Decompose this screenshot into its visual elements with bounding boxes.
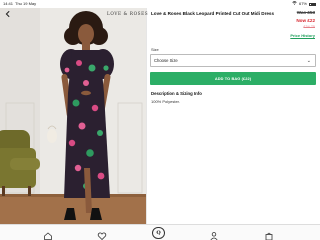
product-image[interactable]	[0, 8, 146, 224]
tab-brand[interactable]: Q	[152, 227, 165, 239]
bottom-tab-bar: Q	[0, 224, 320, 240]
tab-bag[interactable]	[264, 228, 274, 240]
battery-percent: 67%	[298, 1, 307, 6]
heart-icon	[97, 232, 107, 240]
tab-wishlist[interactable]	[97, 228, 107, 240]
now-price: Now £22	[296, 17, 315, 23]
person-icon	[210, 232, 218, 240]
chevron-down-icon: ⌄	[306, 58, 311, 64]
wifi-icon	[292, 0, 297, 8]
brand-logo: LOVE & ROSES	[107, 11, 149, 16]
panel-divider	[146, 8, 147, 224]
tab-account[interactable]	[209, 228, 219, 240]
status-bar: 14:41 Thu 19 May 67%	[0, 0, 320, 8]
add-to-bag-button[interactable]: ADD TO BAG (£22)	[150, 72, 316, 85]
description-heading: Description & Sizing Info	[151, 91, 202, 96]
back-button[interactable]	[4, 10, 12, 18]
product-photo	[0, 8, 146, 224]
size-select[interactable]: Choose Size ⌄	[150, 54, 316, 67]
was-price: Was £53	[296, 10, 315, 15]
home-icon	[44, 232, 52, 240]
bag-icon	[265, 232, 273, 240]
status-time: 14:41	[3, 1, 14, 6]
size-select-value: Choose Size	[154, 58, 178, 63]
product-title: Love & Roses Black Leopard Printed Cut O…	[151, 11, 275, 16]
brand-tab-icon: Q	[156, 230, 161, 236]
size-label: Size	[151, 47, 159, 52]
price-history-link[interactable]: Price History	[290, 32, 315, 40]
status-right: 67%	[292, 0, 316, 8]
tab-home[interactable]	[43, 228, 53, 240]
battery-icon	[309, 2, 316, 6]
old-price: £34.75	[303, 25, 315, 30]
price-box: Was £53 Now £22 £34.75 Price History	[290, 9, 315, 39]
chevron-left-icon	[5, 10, 10, 18]
status-date: Thu 19 May	[15, 1, 37, 6]
description-body: 100% Polyester.	[151, 99, 180, 104]
